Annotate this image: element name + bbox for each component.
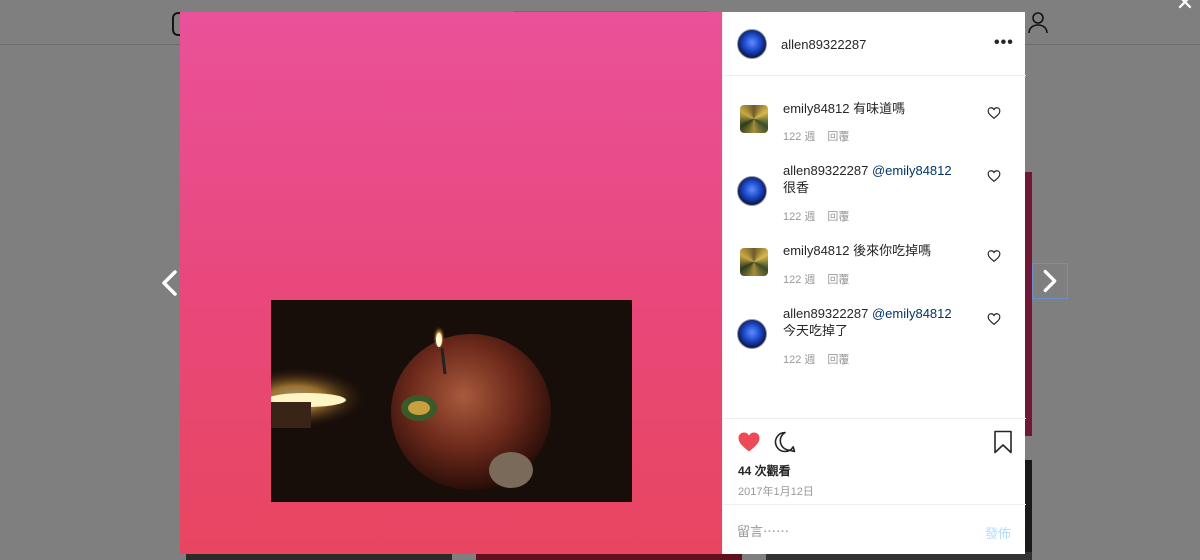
candle-apple-image — [271, 300, 632, 502]
comment-username[interactable]: emily84812 — [783, 101, 850, 116]
comment-mention[interactable]: @emily84812 — [872, 163, 952, 178]
comment-username[interactable]: allen89322287 — [783, 163, 868, 178]
post-modal: allen89322287 ••• emily84812 有味道嗎 122 週回覆… — [180, 12, 1026, 554]
author-username[interactable]: allen89322287 — [781, 37, 866, 52]
heart-outline-icon[interactable] — [987, 312, 1001, 326]
heart-filled-icon[interactable] — [737, 430, 761, 454]
comment-body: 後來你吃掉嗎 — [853, 243, 932, 258]
reply-button[interactable]: 回覆 — [827, 274, 849, 286]
candle-apple-photo — [271, 300, 632, 502]
reply-button[interactable]: 回覆 — [827, 131, 849, 143]
more-options-button[interactable]: ••• — [994, 34, 1014, 51]
author-avatar[interactable] — [737, 29, 767, 59]
comment-age: 122 週 — [783, 354, 816, 366]
comment-body: 有味道嗎 — [853, 101, 906, 116]
commenter-avatar[interactable] — [737, 319, 767, 349]
comment-body: 今天吃掉了 — [783, 323, 849, 338]
post-comment-button[interactable]: 發佈 — [985, 523, 1011, 542]
post-header: allen89322287 ••• — [723, 12, 1026, 76]
comment-meta: 122 週回覆 — [783, 351, 849, 367]
comment-text: emily84812 有味道嗎 — [783, 100, 968, 117]
heart-outline-icon[interactable] — [987, 169, 1001, 183]
comment-username[interactable]: emily84812 — [783, 243, 850, 258]
comment-age: 122 週 — [783, 211, 816, 223]
post-date: 2017年1月12日 — [738, 486, 814, 498]
close-button[interactable]: ✕ — [1174, 0, 1196, 14]
comment-age: 122 週 — [783, 274, 816, 286]
comment-input[interactable] — [737, 521, 957, 541]
comment-meta: 122 週回覆 — [783, 128, 849, 144]
chevron-left-icon — [162, 270, 177, 296]
comment-text: allen89322287 @emily84812 今天吃掉了 — [783, 305, 968, 339]
reply-button[interactable]: 回覆 — [827, 211, 849, 223]
comment-form: 發佈 — [723, 504, 1026, 555]
comment-bubble-icon[interactable] — [773, 430, 797, 454]
comment-meta: 122 週回覆 — [783, 208, 849, 224]
next-post-button[interactable] — [1032, 263, 1068, 299]
comment-body: 很香 — [783, 180, 810, 195]
commenter-avatar[interactable] — [740, 248, 768, 276]
comment-text: emily84812 後來你吃掉嗎 — [783, 242, 968, 259]
reply-button[interactable]: 回覆 — [827, 354, 849, 366]
close-icon: ✕ — [1175, 0, 1195, 15]
more-horizontal-icon: ••• — [994, 34, 1014, 51]
comment-age: 122 週 — [783, 131, 816, 143]
post-sidebar: allen89322287 ••• emily84812 有味道嗎 122 週回覆… — [722, 12, 1026, 554]
comment-mention[interactable]: @emily84812 — [872, 306, 952, 321]
heart-outline-icon[interactable] — [987, 249, 1001, 263]
post-media[interactable] — [180, 12, 722, 554]
comment-username[interactable]: allen89322287 — [783, 306, 868, 321]
bookmark-icon[interactable] — [993, 430, 1013, 454]
view-count: 44 次觀看 — [738, 464, 791, 478]
comment-text: allen89322287 @emily84812 很香 — [783, 162, 968, 196]
heart-outline-icon[interactable] — [987, 106, 1001, 120]
commenter-avatar[interactable] — [740, 105, 768, 133]
commenter-avatar[interactable] — [737, 176, 767, 206]
post-actions: 44 次觀看 2017年1月12日 發佈 — [723, 418, 1026, 554]
chevron-right-icon — [1043, 269, 1057, 293]
comment-meta: 122 週回覆 — [783, 271, 849, 287]
